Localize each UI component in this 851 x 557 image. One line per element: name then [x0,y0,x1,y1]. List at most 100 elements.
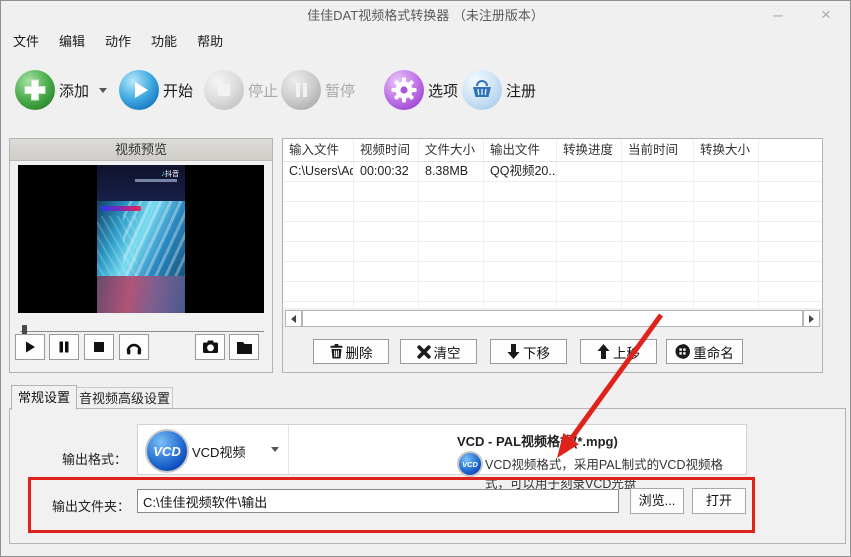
delete-button[interactable]: 删除 [313,339,389,364]
rename-button[interactable]: 重命名 [666,339,743,364]
preview-pause-button[interactable] [49,334,79,360]
scroll-left-icon [291,314,296,323]
clear-label: 清空 [433,345,461,361]
video-preview-panel: 视频预览 ♪抖音 [9,138,273,373]
scroll-right-button[interactable] [803,310,820,327]
pause-icon [281,70,321,110]
add-button[interactable]: 添加 [15,67,108,113]
add-dropdown-caret-icon[interactable] [99,87,108,93]
arrow-down-icon [507,344,520,359]
table-row-empty[interactable] [283,202,822,222]
menu-file[interactable]: 文件 [3,31,49,53]
scroll-left-button[interactable] [285,310,302,327]
format-type-value: VCD视频 [192,445,246,460]
col-current-time[interactable]: 当前时间 [622,139,694,161]
horizontal-scrollbar[interactable] [285,310,820,327]
stop-icon [204,70,244,110]
rename-circle-icon [675,344,691,359]
format-detail-title: VCD - PAL视频格式(*.mpg) [457,434,618,449]
seek-slider-track[interactable] [20,331,264,332]
video-stage-scene [97,201,185,276]
delete-label: 删除 [345,345,373,361]
tab-av-advanced-settings[interactable]: 音视频高级设置 [77,387,173,409]
col-input-file[interactable]: 输入文件 [283,139,354,161]
col-output-file[interactable]: 输出文件 [484,139,557,161]
move-up-button[interactable]: 上移 [580,339,657,364]
menu-edit[interactable]: 编辑 [49,31,95,53]
file-table: 输入文件 视频时间 文件大小 输出文件 转换进度 当前时间 转换大小 C:\Us… [283,139,822,308]
cell-file-size: 8.38MB [419,162,484,181]
start-button[interactable]: 开始 [119,67,193,113]
trash-icon [330,344,342,359]
file-list-panel: 输入文件 视频时间 文件大小 输出文件 转换进度 当前时间 转换大小 C:\Us… [282,138,823,373]
open-button[interactable]: 打开 [692,488,746,514]
arrow-up-icon [597,344,610,359]
cell-converted-size [694,162,759,181]
douyin-watermark: ♪抖音 [161,169,179,178]
col-file-size[interactable]: 文件大小 [419,139,484,161]
preview-stop-button[interactable] [84,334,114,360]
format-detail-description: VCD视频格式，采用PAL制式的VCD视频格式，可以用于刻录VCD光盘 [485,458,723,491]
col-converted-size[interactable]: 转换大小 [694,139,759,161]
add-plus-icon [15,70,55,110]
move-down-label: 下移 [523,345,550,361]
open-folder-button[interactable] [229,334,259,360]
col-progress[interactable]: 转换进度 [557,139,622,161]
table-row-empty[interactable] [283,182,822,202]
stop-icon [94,342,104,352]
col-video-time[interactable]: 视频时间 [354,139,419,161]
cell-output-file: QQ视频20... [484,162,557,181]
scroll-right-icon [809,314,814,323]
menu-help[interactable]: 帮助 [187,31,233,53]
options-button[interactable]: 选项 [384,67,458,113]
preview-play-button[interactable] [15,334,45,360]
menu-action[interactable]: 动作 [95,31,141,53]
vcd-disc-icon: VCD [145,429,189,473]
settings-groupbox: 输出格式： VCD VCD视频 VCD - PAL视频格式(*.mpg) VCD… [9,408,846,544]
play-icon [119,70,159,110]
col-filler [759,139,822,161]
snapshot-button[interactable] [195,334,225,360]
stop-label: 停止 [248,82,279,100]
pause-button: 暂停 [281,67,355,113]
format-type-dropdown[interactable]: VCD VCD视频 [138,425,288,474]
clear-button[interactable]: 清空 [400,339,477,364]
register-button[interactable]: 注册 [462,67,536,113]
pause-label: 暂停 [325,82,356,100]
close-button[interactable]: × [806,1,846,31]
minimize-button[interactable]: – [758,1,798,31]
headphones-icon [126,343,142,354]
format-combos: VCD VCD视频 VCD - PAL视频格式(*.mpg) VCD VCD视频… [137,424,747,491]
tab-general-settings[interactable]: 常规设置 [11,385,77,410]
gear-icon [384,70,424,110]
format-detail-dropdown[interactable]: VCD - PAL视频格式(*.mpg) VCD VCD视频格式，采用PAL制式… [289,425,747,491]
preview-audio-button[interactable] [119,334,149,360]
clear-x-icon [416,344,431,359]
table-row-empty[interactable] [283,262,822,282]
options-label: 选项 [428,82,459,100]
menu-bar: 文件 编辑 动作 功能 帮助 [3,31,233,53]
cell-input-file: C:\Users\Ad... [283,162,354,181]
menu-function[interactable]: 功能 [141,31,187,53]
video-thumbnail: ♪抖音 [97,165,185,313]
format-type-caret-icon [271,447,279,452]
browse-button[interactable]: 浏览... [630,488,684,514]
table-row-empty[interactable] [283,282,822,302]
table-row-empty[interactable] [283,302,822,308]
app-window: 佳佳DAT视频格式转换器 （未注册版本） – × 文件 编辑 动作 功能 帮助 … [0,0,851,557]
cell-progress [557,162,622,181]
output-folder-input[interactable] [137,489,619,513]
table-row-empty[interactable] [283,242,822,262]
video-mini-progressbar [101,206,141,211]
table-row[interactable]: C:\Users\Ad... 00:00:32 8.38MB QQ视频20... [283,162,822,182]
watermark-subtext-bar [135,179,177,182]
rename-label: 重命名 [693,345,734,361]
folder-icon [236,342,252,354]
table-row-empty[interactable] [283,222,822,242]
scrollbar-thumb[interactable] [302,310,803,327]
stop-button: 停止 [204,67,278,113]
cell-current-time [622,162,694,181]
pause-icon [59,341,69,353]
move-down-button[interactable]: 下移 [490,339,567,364]
table-header: 输入文件 视频时间 文件大小 输出文件 转换进度 当前时间 转换大小 [283,139,822,162]
